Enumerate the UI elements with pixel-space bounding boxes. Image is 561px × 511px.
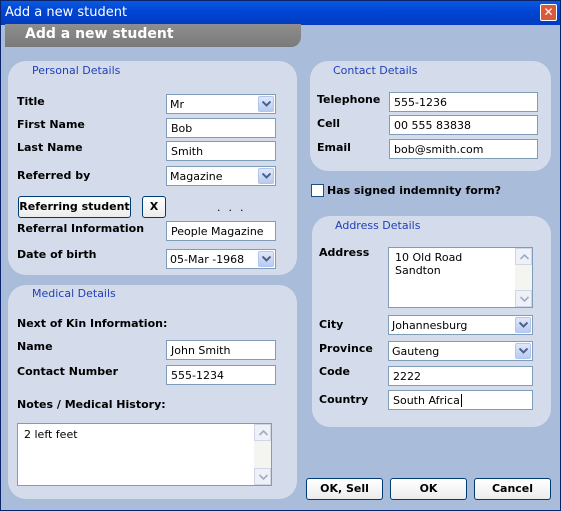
notes-label: Notes / Medical History: [17,398,166,411]
notes-line: 2 left feet [24,428,78,441]
dialog-window: Add a new student ✕ Add a new student Pe… [0,0,561,511]
telephone-field[interactable]: 555-1236 [389,92,538,112]
code-field[interactable]: 2222 [388,366,533,386]
address-textarea[interactable]: 10 Old Road Sandton [388,247,533,308]
indemnity-checkbox[interactable] [311,184,324,197]
chevron-down-icon[interactable] [515,343,531,359]
scroll-up-icon[interactable] [515,248,532,265]
close-icon: ✕ [543,5,554,19]
date-of-birth-value: 05-Mar -1968 [170,253,245,266]
telephone-label: Telephone [317,93,381,106]
code-label: Code [319,365,350,378]
country-label: Country [319,393,369,406]
country-value: South Africa [393,394,460,407]
referral-information-label: Referral Information [17,222,145,235]
first-name-field[interactable]: Bob [166,118,276,138]
kin-name-label: Name [17,340,53,353]
notes-textarea[interactable]: 2 left feet [17,423,272,486]
address-details-title: Address Details [335,219,421,232]
address-scrollbar[interactable] [515,248,532,307]
next-of-kin-label: Next of Kin Information: [17,317,168,330]
medical-details-title: Medical Details [32,287,116,300]
close-button[interactable]: ✕ [540,4,557,21]
email-field[interactable]: bob@smith.com [389,139,538,159]
title-select-value: Mr [170,98,185,111]
province-select[interactable]: Gauteng [388,341,533,361]
ok-sell-button[interactable]: OK, Sell [306,478,383,500]
referring-student-button[interactable]: Referring student [18,196,131,218]
scroll-down-icon[interactable] [515,290,532,307]
address-line-2: Sandton [395,264,441,277]
country-field[interactable]: South Africa [388,390,533,410]
title-label: Title [17,95,45,108]
kin-name-field[interactable]: John Smith [166,340,276,360]
notes-scrollbar[interactable] [254,424,271,485]
ok-button[interactable]: OK [390,478,467,500]
province-value: Gauteng [392,345,440,358]
city-label: City [319,318,344,331]
last-name-label: Last Name [17,141,83,154]
title-select[interactable]: Mr [166,94,276,114]
date-of-birth-picker[interactable]: 05-Mar -1968 [166,249,276,269]
referred-by-value: Magazine [170,170,223,183]
scroll-up-icon[interactable] [254,424,271,441]
title-bar[interactable]: Add a new student ✕ [1,1,560,25]
cell-label: Cell [317,117,341,130]
city-value: Johannesburg [392,319,468,332]
province-label: Province [319,342,373,355]
chevron-down-icon[interactable] [258,251,274,267]
chevron-down-icon[interactable] [258,96,274,112]
last-name-field[interactable]: Smith [166,141,276,161]
referred-by-select[interactable]: Magazine [166,166,276,186]
banner-title: Add a new student [25,26,174,42]
cancel-button[interactable]: Cancel [474,478,551,500]
contact-details-title: Contact Details [333,64,418,77]
referral-information-field[interactable]: People Magazine [166,221,276,241]
contact-number-label: Contact Number [17,365,119,378]
clear-referring-student-button[interactable]: X [142,196,166,218]
address-line-1: 10 Old Road [395,251,463,264]
address-label: Address [319,246,370,259]
referred-by-label: Referred by [17,169,91,182]
text-cursor [460,394,462,407]
cell-field[interactable]: 00 555 83838 [389,115,538,135]
scroll-down-icon[interactable] [254,468,271,485]
window-title: Add a new student [5,5,128,20]
first-name-label: First Name [17,118,85,131]
placeholder-dots: ... [217,201,252,214]
header-banner: Add a new student [5,24,301,47]
chevron-down-icon[interactable] [258,168,274,184]
contact-number-field[interactable]: 555-1234 [166,365,276,385]
city-select[interactable]: Johannesburg [388,315,533,335]
indemnity-label[interactable]: Has signed indemnity form? [327,184,501,197]
email-label: Email [317,141,351,154]
personal-details-title: Personal Details [32,64,121,77]
chevron-down-icon[interactable] [515,317,531,333]
date-of-birth-label: Date of birth [17,248,97,261]
